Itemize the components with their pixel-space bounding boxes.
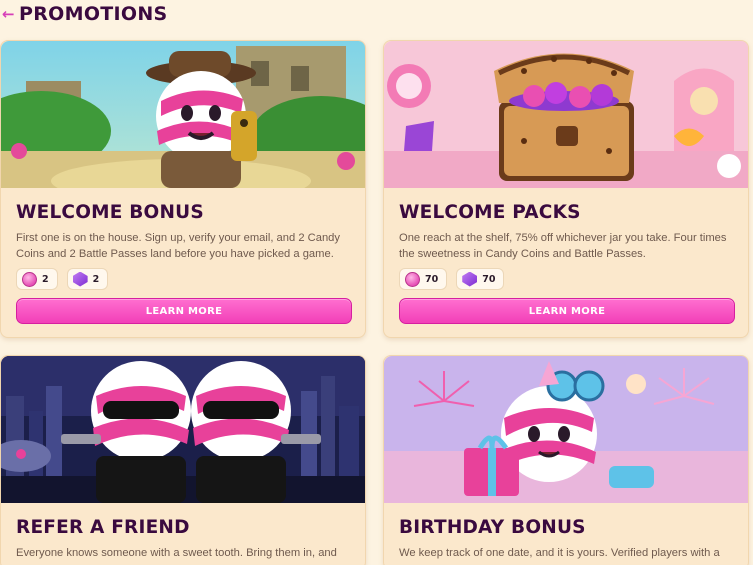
promo-image-treasure-chest <box>384 41 748 188</box>
promo-image-birthday-candy <box>384 356 748 503</box>
learn-more-button[interactable]: LEARN MORE <box>399 298 735 324</box>
promo-description: Everyone knows someone with a sweet toot… <box>16 547 337 565</box>
promo-card-birthday-bonus: BIRTHDAY BONUS We keep track of one date… <box>383 355 749 565</box>
reward-chip-candy-coins: 2 <box>16 268 58 290</box>
reward-value: 70 <box>482 273 496 285</box>
promo-card-refer-a-friend: REFER A FRIEND Everyone knows someone wi… <box>0 355 366 565</box>
arrow-left-icon[interactable]: ← <box>2 6 16 22</box>
reward-chip-battle-passes: 2 <box>66 268 109 290</box>
promo-description: One reach at the shelf, 75% off whicheve… <box>399 232 727 260</box>
page-title: PROMOTIONS <box>19 3 168 25</box>
candy-coin-icon <box>405 271 420 287</box>
reward-chip-battle-passes: 70 <box>456 268 505 290</box>
reward-chips: 2 2 <box>16 268 109 290</box>
reward-chips: 70 70 <box>399 268 505 290</box>
promo-card-welcome-bonus: WELCOME BONUS First one is on the house.… <box>0 40 366 338</box>
promo-title: WELCOME PACKS <box>399 202 581 223</box>
reward-value: 2 <box>42 273 49 285</box>
promo-title: WELCOME BONUS <box>16 202 204 223</box>
reward-value: 2 <box>92 273 100 285</box>
reward-chip-candy-coins: 70 <box>399 268 448 290</box>
battle-pass-icon <box>72 271 88 287</box>
learn-more-button[interactable]: LEARN MORE <box>16 298 352 324</box>
reward-value: 70 <box>425 273 439 285</box>
promo-image-explorer-candy <box>1 41 365 188</box>
battle-pass-icon <box>462 271 478 287</box>
promo-description: We keep track of one date, and it is you… <box>399 547 720 559</box>
promo-title: REFER A FRIEND <box>16 517 190 538</box>
candy-coin-icon <box>22 271 37 287</box>
promo-card-welcome-packs: WELCOME PACKS One reach at the shelf, 75… <box>383 40 749 338</box>
promo-description: First one is on the house. Sign up, veri… <box>16 232 340 260</box>
page-header: ← PROMOTIONS <box>0 0 753 30</box>
promo-title: BIRTHDAY BONUS <box>399 517 586 538</box>
promo-image-agents-city <box>1 356 365 503</box>
